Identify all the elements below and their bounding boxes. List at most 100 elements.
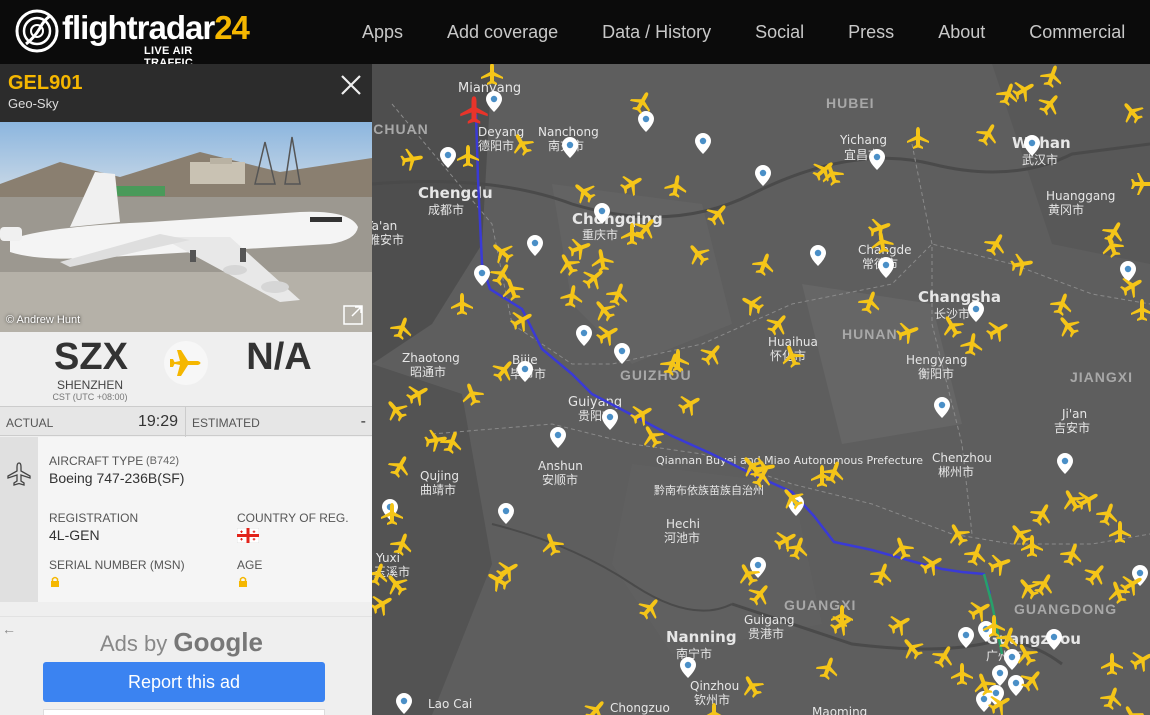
flight-callsign: GEL901	[8, 72, 83, 94]
city-label: Yichang	[839, 133, 887, 147]
actual-label: ACTUAL	[6, 416, 54, 430]
city-label: Guiyang	[568, 395, 622, 410]
main-nav: Apps Add coverage Data / History Social …	[340, 0, 1147, 64]
city-label-zh: 贵港市	[748, 626, 784, 641]
map-canvas[interactable]: HUBEI HUNAN GUIZHOU GUANGXI GUANGDONG JI…	[372, 64, 1150, 715]
city-label-zh: 曲靖市	[420, 482, 456, 497]
city-label: Hengyang	[906, 353, 967, 367]
report-ad-button[interactable]: Report this ad	[43, 662, 325, 702]
region-label: SICHUAN	[372, 121, 429, 137]
city-label: Qiannan Buyei and Miao Autonomous Prefec…	[656, 454, 923, 467]
city-label-zh: 河池市	[664, 530, 700, 545]
aircraft-photo[interactable]: © Andrew Hunt	[0, 122, 372, 332]
ads-area: ← Ads by Google Report this ad	[0, 616, 372, 715]
lock-icon[interactable]	[238, 576, 248, 587]
origin-timezone: CST (UTC +08:00)	[52, 392, 128, 402]
flight-map[interactable]: HUBEI HUNAN GUIZHOU GUANGXI GUANGDONG JI…	[372, 64, 1150, 715]
aircraft-photo-image	[0, 122, 372, 332]
destination-code[interactable]: N/A	[236, 336, 322, 379]
city-label-zh: 昭通市	[410, 364, 446, 379]
city-label: Ya'an	[372, 219, 397, 233]
city-label: Maoming	[812, 705, 867, 715]
city-label-zh: 南宁市	[676, 646, 712, 661]
city-label: Nanchong	[538, 125, 599, 139]
nav-add-coverage[interactable]: Add coverage	[447, 22, 558, 43]
city-label: Anshun	[538, 459, 583, 473]
city-label: Chenzhou	[932, 451, 992, 465]
city-label-zh: 安顺市	[542, 472, 578, 487]
nav-press[interactable]: Press	[848, 22, 894, 43]
expand-photo-icon[interactable]	[342, 304, 364, 326]
city-label-zh: 郴州市	[938, 464, 974, 479]
city-label-zh: 德阳市	[478, 138, 514, 153]
city-label: Qinzhou	[690, 679, 739, 693]
ads-back-arrow-icon[interactable]: ←	[2, 621, 16, 637]
aircraft-details: AIRCRAFT TYPE (B742) Boeing 747-236B(SF)…	[0, 437, 372, 602]
flightradar24-logo[interactable]: flightradar24 LIVE AIR TRAFFIC	[14, 8, 250, 69]
region-label: JIANGXI	[1070, 369, 1133, 385]
details-icon-column	[0, 437, 38, 602]
city-label: Changsha	[918, 288, 1001, 306]
region-label: HUBEI	[826, 95, 875, 111]
city-label-zh: 钦州市	[694, 692, 730, 707]
region-label: GUANGDONG	[1014, 601, 1117, 617]
city-label-zh: 成都市	[428, 202, 464, 217]
city-label-zh: 长沙市	[934, 306, 970, 321]
city-label-zh: 黔南布依族苗族自治州	[654, 483, 764, 497]
region-label: GUANGXI	[784, 597, 856, 613]
city-label-zh: 雅安市	[372, 232, 404, 247]
actual-time: 19:29	[137, 413, 178, 430]
estimated-label: ESTIMATED	[192, 416, 260, 430]
city-label: Lao Cai	[428, 697, 472, 711]
city-label: Hechi	[666, 517, 700, 531]
flight-info-panel: GEL901 Geo-Sky © Andrew Hunt SZX SHENZHE…	[0, 64, 372, 715]
flight-times: ACTUAL 19:29 ESTIMATED -	[0, 406, 372, 437]
city-label: Zhaotong	[402, 351, 460, 365]
city-label: Huanggang	[1046, 189, 1115, 203]
ad-slot	[43, 709, 325, 715]
lock-icon[interactable]	[50, 576, 60, 587]
route-plane-badge	[164, 341, 208, 385]
airplane-icon	[170, 350, 201, 376]
city-label-zh: 衡阳市	[918, 366, 954, 381]
city-label: Qujing	[420, 469, 459, 483]
nav-about[interactable]: About	[938, 22, 985, 43]
city-label: Ji'an	[1061, 407, 1087, 421]
close-icon[interactable]	[338, 72, 364, 98]
airline-name: Geo-Sky	[8, 96, 59, 111]
origin-code[interactable]: SZX	[50, 336, 132, 379]
country-of-reg-label: COUNTRY OF REG.	[237, 511, 349, 525]
city-label-zh: 武汉市	[1022, 152, 1058, 167]
city-label: Yuxi	[375, 551, 400, 565]
nav-apps[interactable]: Apps	[362, 22, 403, 43]
serial-number-label: SERIAL NUMBER (MSN)	[49, 558, 185, 572]
route-summary: SZX SHENZHEN CST (UTC +08:00) N/A	[0, 332, 372, 406]
city-label-zh: 黄冈市	[1048, 202, 1084, 217]
region-label: HUNAN	[842, 326, 898, 342]
registration-label: REGISTRATION	[49, 511, 139, 525]
city-label: Wuhan	[1012, 134, 1071, 152]
logo-wordmark: flightradar24	[62, 9, 250, 46]
ads-by-google: Ads by Google	[100, 627, 263, 657]
city-label: Guigang	[744, 613, 794, 627]
nav-commercial[interactable]: Commercial	[1029, 22, 1125, 43]
estimated-time: -	[360, 413, 366, 430]
radar-logo-icon	[15, 9, 59, 53]
aircraft-icon	[7, 462, 31, 486]
city-label: Huaihua	[768, 335, 818, 349]
georgia-flag-icon	[237, 528, 259, 543]
aircraft-type-value: Boeing 747-236B(SF)	[49, 470, 185, 486]
city-label-zh: 吉安市	[1054, 420, 1090, 435]
aircraft-type-label: AIRCRAFT TYPE	[49, 454, 144, 468]
times-divider	[185, 407, 186, 437]
city-label: Chengdu	[418, 184, 493, 202]
nav-social[interactable]: Social	[755, 22, 804, 43]
flight-header: GEL901 Geo-Sky	[0, 64, 372, 122]
registration-value: 4L-GEN	[49, 527, 100, 543]
age-label: AGE	[237, 558, 263, 572]
aircraft-type-code: (B742)	[146, 455, 180, 467]
city-label-zh: 重庆市	[582, 227, 618, 242]
nav-data-history[interactable]: Data / History	[602, 22, 711, 43]
top-navigation-bar: flightradar24 LIVE AIR TRAFFIC Apps Add …	[0, 0, 1150, 69]
origin-city: SHENZHEN	[56, 378, 123, 392]
